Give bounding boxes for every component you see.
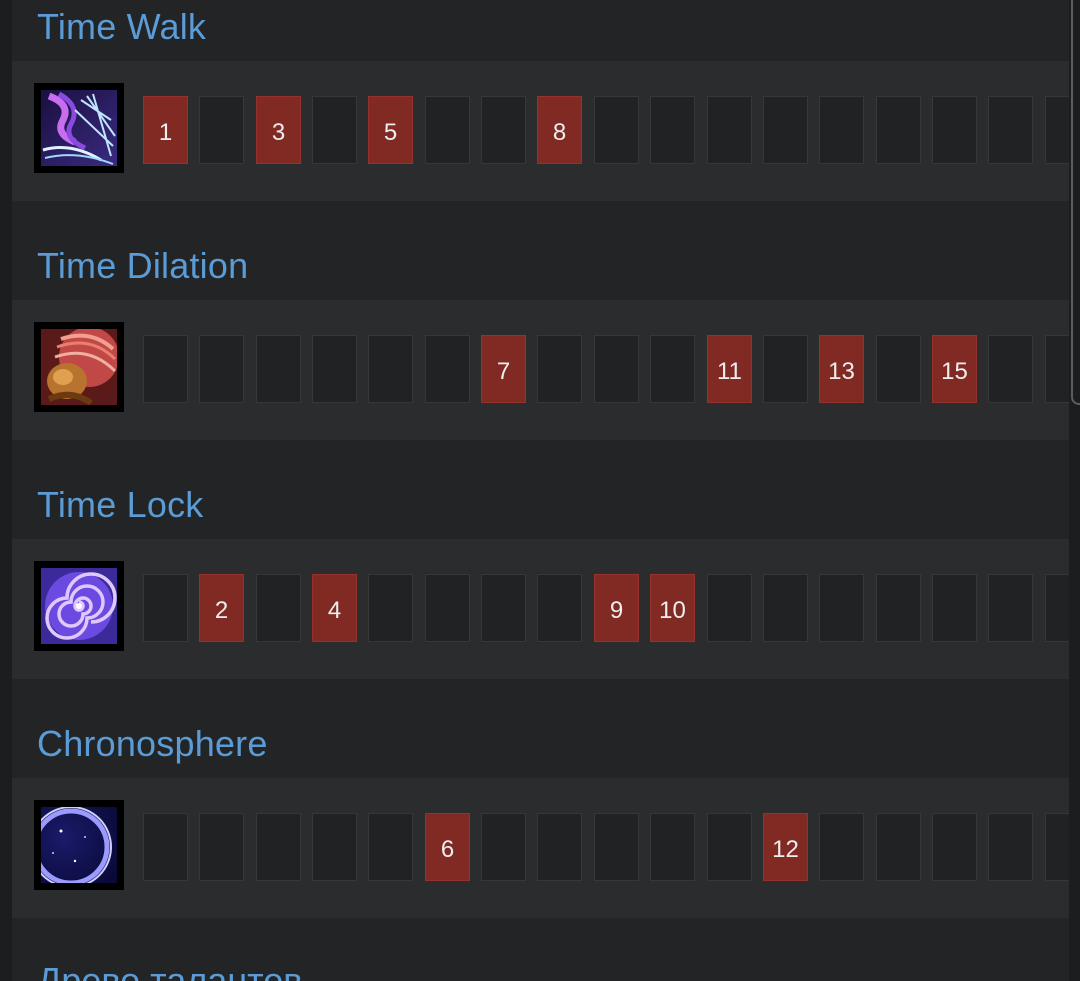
level-slot-empty [1045,96,1069,164]
level-slot-empty [143,574,188,642]
ability-section: Time Lock 2 4 9 10 [12,478,1069,717]
level-slot-empty [932,96,977,164]
level-slot-taken: 6 [425,813,470,881]
page: Time Walk 1 3 5 8 Time Dilation 7 11 13 15 Time … [0,0,1080,981]
level-slot-empty [1045,335,1069,403]
level-slot-empty [763,335,808,403]
level-slot-empty [537,574,582,642]
level-slot-empty [707,574,752,642]
level-slot-empty [650,335,695,403]
level-slot-empty [1045,574,1069,642]
skill-build-panel: Time Walk 1 3 5 8 Time Dilation 7 11 13 15 Time … [12,0,1069,981]
level-slot-empty [143,335,188,403]
level-slot-empty [932,574,977,642]
level-slot-empty [481,574,526,642]
level-slot-empty [425,96,470,164]
level-slot-empty [594,813,639,881]
level-slot-empty [819,813,864,881]
level-slot-empty [312,96,357,164]
level-slot-empty [988,574,1033,642]
level-slot-empty [1045,813,1069,881]
level-slot-taken: 4 [312,574,357,642]
ability-title: Time Walk [37,6,207,47]
time-walk-icon[interactable] [34,83,124,173]
ability-level-row: 135 8 [12,61,1069,201]
level-slot-empty [650,96,695,164]
level-slot-empty [425,335,470,403]
level-slot-empty [256,813,301,881]
level-slot-empty [312,813,357,881]
level-slot-empty [199,96,244,164]
level-slot-taken: 10 [650,574,695,642]
level-slot-empty [819,96,864,164]
level-slot-taken: 7 [481,335,526,403]
level-slot-empty [876,574,921,642]
level-slot-taken: 5 [368,96,413,164]
level-slots: 2 4 9 10 [143,574,1069,642]
scrollbar[interactable] [1071,0,1080,405]
level-slot-taken: 11 [707,335,752,403]
level-slot-taken: 15 [932,335,977,403]
level-slot-empty [763,574,808,642]
level-slots: 7 11 13 15 [143,335,1069,403]
level-slot-empty [594,96,639,164]
level-slot-empty [256,335,301,403]
level-slot-empty [256,574,301,642]
level-slot-taken: 1 [143,96,188,164]
level-slot-empty [876,96,921,164]
level-slot-empty [199,335,244,403]
level-slot-empty [537,813,582,881]
level-slot-empty [988,813,1033,881]
ability-title: Time Lock [37,484,204,525]
level-slot-taken: 8 [537,96,582,164]
level-slot-empty [368,335,413,403]
level-slot-empty [650,813,695,881]
level-slot-taken: 13 [819,335,864,403]
ability-level-row: 6 12 [12,778,1069,918]
level-slot-empty [312,335,357,403]
level-slot-empty [876,813,921,881]
level-slot-empty [988,335,1033,403]
level-slot-empty [707,813,752,881]
ability-title: Chronosphere [37,723,268,764]
ability-title: Time Dilation [37,245,249,286]
ability-level-row: 7 11 13 15 [12,300,1069,440]
level-slot-taken: 9 [594,574,639,642]
level-slot-empty [707,96,752,164]
ability-section: Chronosphere 6 12 [12,717,1069,956]
level-slots: 135 8 [143,96,1069,164]
level-slot-empty [932,813,977,881]
level-slot-empty [199,813,244,881]
level-slot-empty [594,335,639,403]
time-dilation-icon[interactable] [34,322,124,412]
level-slot-empty [143,813,188,881]
level-slot-taken: 3 [256,96,301,164]
level-slot-taken: 2 [199,574,244,642]
level-slot-empty [763,96,808,164]
level-slot-taken: 12 [763,813,808,881]
level-slot-empty [537,335,582,403]
level-slot-empty [425,574,470,642]
ability-section: Time Dilation 7 11 13 15 [12,239,1069,478]
level-slot-empty [368,813,413,881]
level-slot-empty [819,574,864,642]
level-slot-empty [481,813,526,881]
level-slot-empty [876,335,921,403]
level-slot-empty [368,574,413,642]
level-slot-empty [988,96,1033,164]
talent-tree-title: Древо талантов [37,960,303,981]
chronosphere-icon[interactable] [34,800,124,890]
ability-level-row: 2 4 9 10 [12,539,1069,679]
ability-section: Time Walk 135 8 [12,0,1069,239]
level-slots: 6 12 [143,813,1069,881]
level-slot-empty [481,96,526,164]
time-lock-icon[interactable] [34,561,124,651]
